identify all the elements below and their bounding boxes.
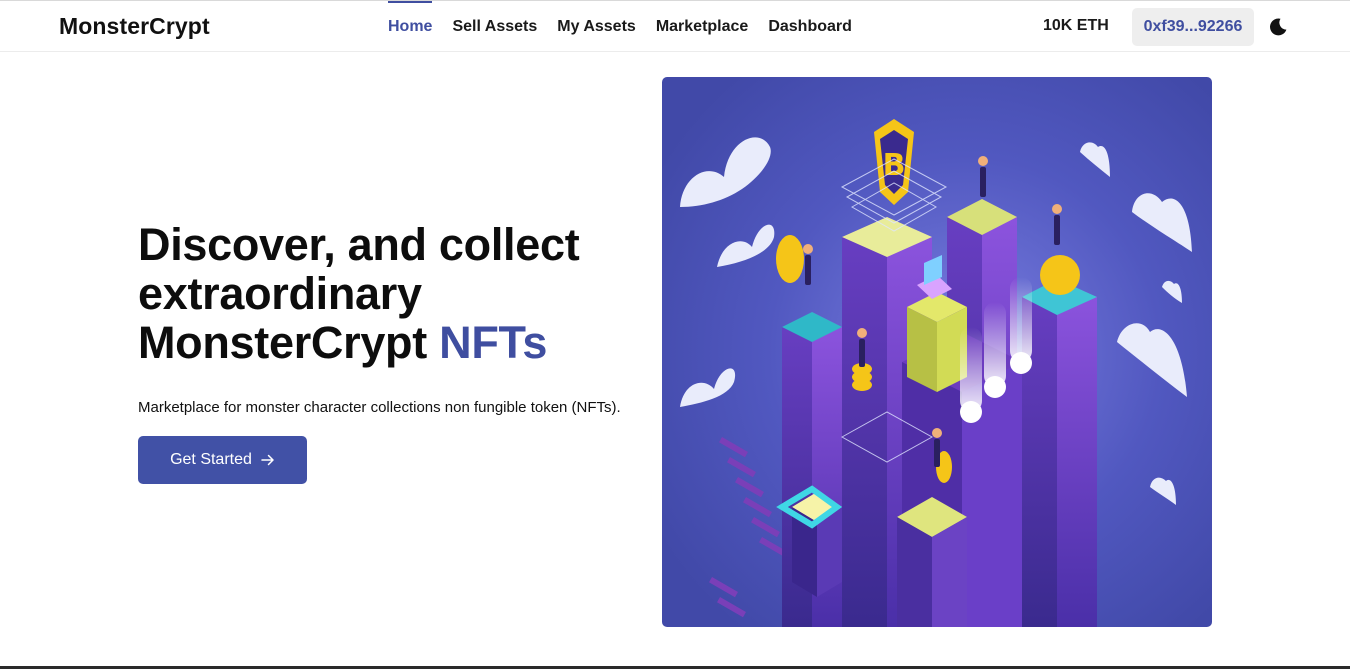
nav-item-my-assets[interactable]: My Assets <box>557 1 636 53</box>
hero-title: Discover, and collect extraordinary Mons… <box>138 220 658 367</box>
wallet-address-button[interactable]: 0xf39...92266 <box>1132 8 1254 46</box>
hero-title-line2: extraordinary <box>138 268 422 319</box>
nav-item-marketplace[interactable]: Marketplace <box>656 1 749 53</box>
nav-item-dashboard[interactable]: Dashboard <box>768 1 852 53</box>
get-started-label: Get Started <box>170 451 252 468</box>
nav-item-sell-assets[interactable]: Sell Assets <box>452 1 537 53</box>
nav-item-home[interactable]: Home <box>388 1 433 53</box>
hero-subtitle: Marketplace for monster character collec… <box>138 399 621 416</box>
moon-icon-glyph <box>1270 18 1287 36</box>
hero-title-accent: NFTs <box>439 317 548 368</box>
top-navbar: MonsterCrypt Home Sell Assets My Assets … <box>0 0 1350 52</box>
main-nav: Home Sell Assets My Assets Marketplace D… <box>388 1 872 53</box>
hero-title-line1: Discover, and collect <box>138 219 580 270</box>
get-started-button[interactable]: Get Started <box>138 436 307 484</box>
brand-logo[interactable]: MonsterCrypt <box>59 13 210 40</box>
svg-text:B: B <box>883 148 906 183</box>
arrow-right-icon <box>261 454 275 466</box>
hero-title-line3: MonsterCrypt <box>138 317 427 368</box>
hero-illustration: B <box>662 77 1212 627</box>
moon-icon[interactable] <box>1268 17 1288 37</box>
crypto-city-illustration: B <box>662 77 1212 627</box>
eth-balance: 10K ETH <box>1043 17 1109 34</box>
